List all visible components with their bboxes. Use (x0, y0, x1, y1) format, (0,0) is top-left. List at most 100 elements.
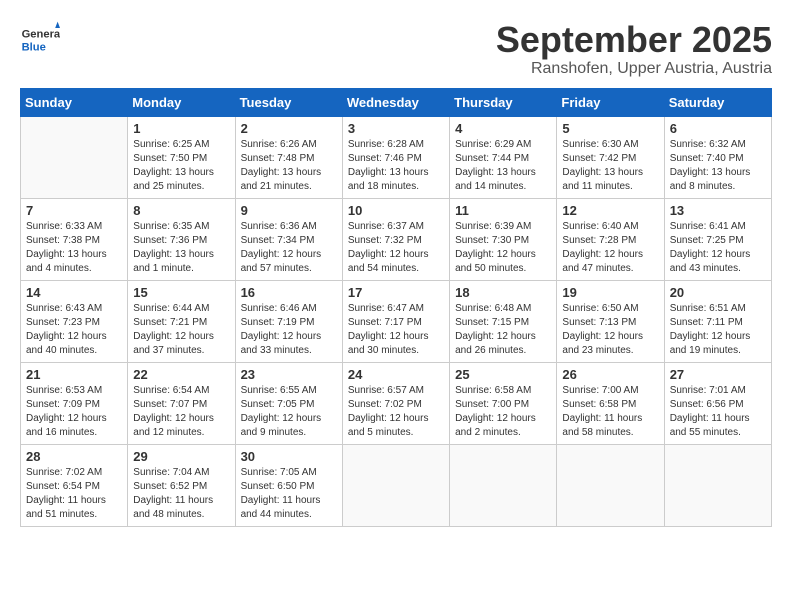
day-number: 16 (241, 285, 337, 300)
day-info: Sunrise: 6:50 AM Sunset: 7:13 PM Dayligh… (562, 302, 658, 358)
calendar-cell: 17Sunrise: 6:47 AM Sunset: 7:17 PM Dayli… (342, 280, 449, 362)
day-info: Sunrise: 6:40 AM Sunset: 7:28 PM Dayligh… (562, 220, 658, 276)
weekday-header-sunday: Sunday (21, 88, 128, 116)
day-number: 1 (133, 121, 229, 136)
day-info: Sunrise: 6:41 AM Sunset: 7:25 PM Dayligh… (670, 220, 766, 276)
day-info: Sunrise: 6:26 AM Sunset: 7:48 PM Dayligh… (241, 138, 337, 194)
calendar-table: SundayMondayTuesdayWednesdayThursdayFrid… (20, 88, 772, 527)
month-title: September 2025 (496, 20, 772, 60)
day-number: 4 (455, 121, 551, 136)
day-number: 13 (670, 203, 766, 218)
calendar-cell: 6 Sunrise: 6:32 AM Sunset: 7:40 PM Daylig… (664, 116, 771, 198)
calendar-cell: 20 Sunrise: 6:51 AM Sunset: 7:11 PM Dayli… (664, 280, 771, 362)
day-number: 15 (133, 285, 229, 300)
logo-icon: General Blue (20, 20, 60, 60)
weekday-header-wednesday: Wednesday (342, 88, 449, 116)
day-number: 6 (670, 121, 766, 136)
page-header: General Blue September 2025 Ranshofen, U… (20, 20, 772, 78)
day-number: 3 (348, 121, 444, 136)
calendar-cell: 8 Sunrise: 6:35 AM Sunset: 7:36 PM Daylig… (128, 198, 235, 280)
calendar-cell: 30Sunrise: 7:05 AM Sunset: 6:50 PM Dayli… (235, 444, 342, 526)
day-info: Sunrise: 6:57 AM Sunset: 7:02 PM Dayligh… (348, 384, 444, 440)
day-info: Sunrise: 6:58 AM Sunset: 7:00 PM Dayligh… (455, 384, 551, 440)
day-info: Sunrise: 6:51 AM Sunset: 7:11 PM Dayligh… (670, 302, 766, 358)
day-info: Sunrise: 6:33 AM Sunset: 7:38 PM Dayligh… (26, 220, 122, 276)
day-info: Sunrise: 6:32 AM Sunset: 7:40 PM Dayligh… (670, 138, 766, 194)
calendar-cell: 7 Sunrise: 6:33 AM Sunset: 7:38 PM Daylig… (21, 198, 128, 280)
day-number: 7 (26, 203, 122, 218)
calendar-cell: 18 Sunrise: 6:48 AM Sunset: 7:15 PM Dayli… (450, 280, 557, 362)
day-info: Sunrise: 6:29 AM Sunset: 7:44 PM Dayligh… (455, 138, 551, 194)
calendar-cell: 22 Sunrise: 6:54 AM Sunset: 7:07 PM Dayli… (128, 362, 235, 444)
day-info: Sunrise: 6:35 AM Sunset: 7:36 PM Dayligh… (133, 220, 229, 276)
day-info: Sunrise: 6:39 AM Sunset: 7:30 PM Dayligh… (455, 220, 551, 276)
day-number: 19 (562, 285, 658, 300)
week-row-5: 28Sunrise: 7:02 AM Sunset: 6:54 PM Dayli… (21, 444, 772, 526)
calendar-cell: 4 Sunrise: 6:29 AM Sunset: 7:44 PM Daylig… (450, 116, 557, 198)
day-info: Sunrise: 7:01 AM Sunset: 6:56 PM Dayligh… (670, 384, 766, 440)
calendar-cell: 21Sunrise: 6:53 AM Sunset: 7:09 PM Dayli… (21, 362, 128, 444)
day-info: Sunrise: 6:36 AM Sunset: 7:34 PM Dayligh… (241, 220, 337, 276)
calendar-cell: 13 Sunrise: 6:41 AM Sunset: 7:25 PM Dayli… (664, 198, 771, 280)
day-info: Sunrise: 6:53 AM Sunset: 7:09 PM Dayligh… (26, 384, 122, 440)
day-number: 25 (455, 367, 551, 382)
calendar-cell: 25 Sunrise: 6:58 AM Sunset: 7:00 PM Dayli… (450, 362, 557, 444)
svg-text:Blue: Blue (22, 41, 46, 53)
calendar-cell: 29Sunrise: 7:04 AM Sunset: 6:52 PM Dayli… (128, 444, 235, 526)
day-info: Sunrise: 6:54 AM Sunset: 7:07 PM Dayligh… (133, 384, 229, 440)
day-info: Sunrise: 7:02 AM Sunset: 6:54 PM Dayligh… (26, 466, 122, 522)
day-number: 26 (562, 367, 658, 382)
calendar-cell (557, 444, 664, 526)
calendar-cell: 5 Sunrise: 6:30 AM Sunset: 7:42 PM Daylig… (557, 116, 664, 198)
calendar-cell: 26 Sunrise: 7:00 AM Sunset: 6:58 PM Dayli… (557, 362, 664, 444)
day-info: Sunrise: 7:04 AM Sunset: 6:52 PM Dayligh… (133, 466, 229, 522)
day-number: 11 (455, 203, 551, 218)
svg-text:General: General (22, 29, 60, 41)
day-info: Sunrise: 6:47 AM Sunset: 7:17 PM Dayligh… (348, 302, 444, 358)
day-number: 10 (348, 203, 444, 218)
weekday-header-tuesday: Tuesday (235, 88, 342, 116)
day-info: Sunrise: 7:05 AM Sunset: 6:50 PM Dayligh… (241, 466, 337, 522)
day-info: Sunrise: 6:44 AM Sunset: 7:21 PM Dayligh… (133, 302, 229, 358)
day-number: 12 (562, 203, 658, 218)
calendar-cell: 16 Sunrise: 6:46 AM Sunset: 7:19 PM Dayli… (235, 280, 342, 362)
day-info: Sunrise: 6:55 AM Sunset: 7:05 PM Dayligh… (241, 384, 337, 440)
calendar-cell: 9 Sunrise: 6:36 AM Sunset: 7:34 PM Daylig… (235, 198, 342, 280)
day-info: Sunrise: 6:30 AM Sunset: 7:42 PM Dayligh… (562, 138, 658, 194)
calendar-cell: 23Sunrise: 6:55 AM Sunset: 7:05 PM Dayli… (235, 362, 342, 444)
day-number: 20 (670, 285, 766, 300)
calendar-cell: 11 Sunrise: 6:39 AM Sunset: 7:30 PM Dayli… (450, 198, 557, 280)
logo: General Blue (20, 20, 60, 60)
day-info: Sunrise: 6:43 AM Sunset: 7:23 PM Dayligh… (26, 302, 122, 358)
calendar-cell: 28Sunrise: 7:02 AM Sunset: 6:54 PM Dayli… (21, 444, 128, 526)
calendar-cell: 12 Sunrise: 6:40 AM Sunset: 7:28 PM Dayli… (557, 198, 664, 280)
calendar-cell (342, 444, 449, 526)
day-number: 18 (455, 285, 551, 300)
calendar-cell: 15 Sunrise: 6:44 AM Sunset: 7:21 PM Dayli… (128, 280, 235, 362)
calendar-cell: 19 Sunrise: 6:50 AM Sunset: 7:13 PM Dayli… (557, 280, 664, 362)
day-number: 14 (26, 285, 122, 300)
calendar-cell (664, 444, 771, 526)
day-number: 8 (133, 203, 229, 218)
week-row-1: 1Sunrise: 6:25 AM Sunset: 7:50 PM Daylig… (21, 116, 772, 198)
title-block: September 2025 Ranshofen, Upper Austria,… (496, 20, 772, 78)
weekday-header-friday: Friday (557, 88, 664, 116)
day-info: Sunrise: 7:00 AM Sunset: 6:58 PM Dayligh… (562, 384, 658, 440)
calendar-cell: 3Sunrise: 6:28 AM Sunset: 7:46 PM Daylig… (342, 116, 449, 198)
week-row-4: 21Sunrise: 6:53 AM Sunset: 7:09 PM Dayli… (21, 362, 772, 444)
day-number: 27 (670, 367, 766, 382)
day-info: Sunrise: 6:37 AM Sunset: 7:32 PM Dayligh… (348, 220, 444, 276)
calendar-cell: 27 Sunrise: 7:01 AM Sunset: 6:56 PM Dayli… (664, 362, 771, 444)
calendar-cell (21, 116, 128, 198)
day-info: Sunrise: 6:48 AM Sunset: 7:15 PM Dayligh… (455, 302, 551, 358)
day-number: 9 (241, 203, 337, 218)
day-number: 2 (241, 121, 337, 136)
day-info: Sunrise: 6:46 AM Sunset: 7:19 PM Dayligh… (241, 302, 337, 358)
calendar-cell (450, 444, 557, 526)
calendar-cell: 1Sunrise: 6:25 AM Sunset: 7:50 PM Daylig… (128, 116, 235, 198)
weekday-header-saturday: Saturday (664, 88, 771, 116)
week-row-2: 7 Sunrise: 6:33 AM Sunset: 7:38 PM Daylig… (21, 198, 772, 280)
day-number: 5 (562, 121, 658, 136)
day-number: 22 (133, 367, 229, 382)
weekday-header-monday: Monday (128, 88, 235, 116)
